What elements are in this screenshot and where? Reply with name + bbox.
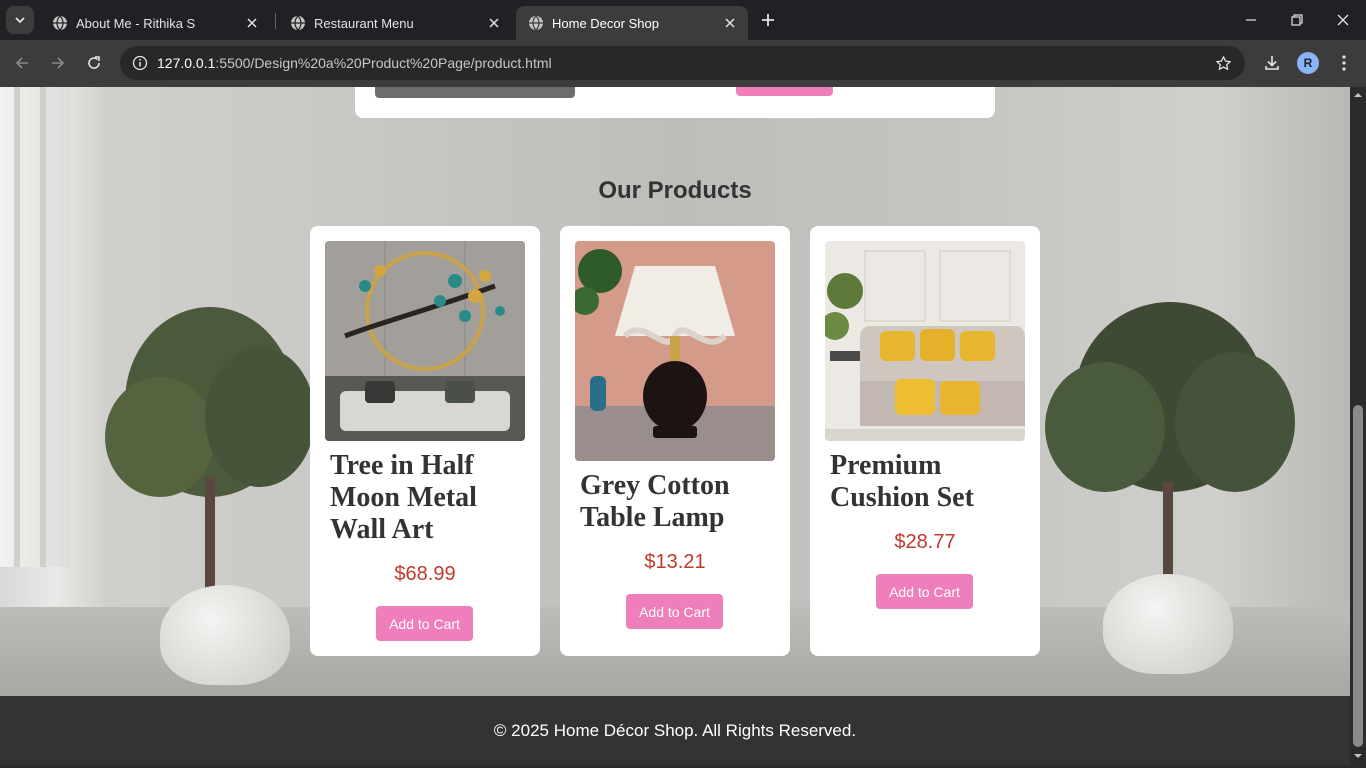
downloads-button[interactable] [1260, 51, 1284, 75]
plant-left [105, 287, 315, 707]
product-image-wall-art [325, 241, 525, 441]
profile-avatar[interactable]: R [1297, 52, 1319, 74]
section-title: Our Products [598, 177, 752, 204]
back-button[interactable] [10, 51, 34, 75]
tab-title: Home Decor Shop [552, 15, 659, 31]
product-name: Grey Cotton Table Lamp [580, 470, 730, 533]
minimize-button[interactable] [1228, 0, 1274, 40]
product-card: Premium Cushion Set $28.77 Add to Cart [810, 226, 1040, 656]
globe-icon [529, 15, 543, 31]
browser-toolbar: 127.0.0.1:5500/Design%20a%20Product%20Pa… [0, 40, 1366, 87]
minimize-icon [1246, 19, 1256, 21]
forward-icon [52, 57, 65, 69]
add-to-cart-button[interactable]: Add to Cart [376, 606, 473, 641]
new-tab-button[interactable] [756, 8, 780, 32]
star-icon [1215, 55, 1231, 70]
address-bar[interactable]: 127.0.0.1:5500/Design%20a%20Product%20Pa… [120, 46, 1245, 80]
window-frame [40, 87, 46, 567]
page-scrollbar[interactable] [1350, 87, 1366, 768]
window-close-icon [1337, 14, 1349, 26]
product-price: $68.99 [394, 563, 456, 585]
page-viewport: Our Products Tree in Half Moon Metal Wal… [0, 87, 1350, 768]
tab-title: About Me - Rithika S [76, 15, 196, 31]
featured-add-to-cart-button[interactable] [736, 87, 833, 96]
tab-search-button[interactable] [6, 6, 34, 34]
product-card: Grey Cotton Table Lamp $13.21 Add to Car… [560, 226, 790, 656]
reload-button[interactable] [82, 51, 106, 75]
window-frame [14, 87, 20, 567]
browser-menu-button[interactable] [1332, 51, 1356, 75]
tab-home-decor-shop[interactable]: Home Decor Shop [516, 6, 748, 40]
product-price: $28.77 [894, 531, 956, 553]
reload-icon [88, 56, 100, 69]
scroll-down-icon[interactable] [1354, 752, 1362, 760]
tab-about-me[interactable]: About Me - Rithika S [40, 6, 270, 40]
site-info-button[interactable] [128, 51, 152, 75]
download-icon [1265, 56, 1279, 70]
product-name: Tree in Half Moon Metal Wall Art [330, 450, 477, 545]
tab-separator [275, 13, 276, 29]
add-to-cart-button[interactable]: Add to Cart [876, 574, 973, 609]
url-host: 127.0.0.1 [157, 55, 216, 71]
plant-right [1045, 292, 1295, 712]
featured-product-image [375, 87, 575, 98]
globe-icon [291, 15, 305, 31]
window-close-button[interactable] [1320, 0, 1366, 40]
product-image-cushion-set [825, 241, 1025, 441]
chevron-down-icon [15, 17, 25, 24]
bookmark-button[interactable] [1213, 53, 1233, 73]
url-path: :5500/Design%20a%20Product%20Page/produc… [215, 55, 552, 71]
page-footer: © 2025 Home Décor Shop. All Rights Reser… [0, 696, 1350, 768]
window-light [0, 87, 70, 567]
footer-copyright: © 2025 Home Décor Shop. All Rights Reser… [493, 721, 857, 740]
product-image-table-lamp [575, 241, 775, 461]
tab-strip: About Me - Rithika S Restaurant Menu Hom… [0, 0, 1366, 40]
close-icon[interactable] [722, 15, 738, 31]
back-icon [15, 57, 28, 69]
scrollbar-thumb[interactable] [1353, 405, 1363, 747]
product-price: $13.21 [644, 551, 706, 573]
restore-button[interactable] [1274, 0, 1320, 40]
add-to-cart-button[interactable]: Add to Cart [626, 594, 723, 629]
tab-title: Restaurant Menu [314, 15, 414, 31]
tab-restaurant-menu[interactable]: Restaurant Menu [278, 6, 512, 40]
info-icon [132, 55, 148, 71]
scroll-up-icon[interactable] [1354, 91, 1362, 99]
forward-button[interactable] [46, 51, 70, 75]
globe-icon [53, 15, 67, 31]
close-icon[interactable] [486, 15, 502, 31]
restore-icon [1291, 14, 1303, 26]
menu-dots-icon [1342, 55, 1346, 71]
featured-product-card [355, 87, 995, 118]
close-icon[interactable] [244, 15, 260, 31]
product-name: Premium Cushion Set [830, 450, 974, 513]
url-text[interactable]: 127.0.0.1:5500/Design%20a%20Product%20Pa… [157, 55, 552, 71]
plus-icon [762, 14, 774, 26]
product-card: Tree in Half Moon Metal Wall Art $68.99 … [310, 226, 540, 656]
